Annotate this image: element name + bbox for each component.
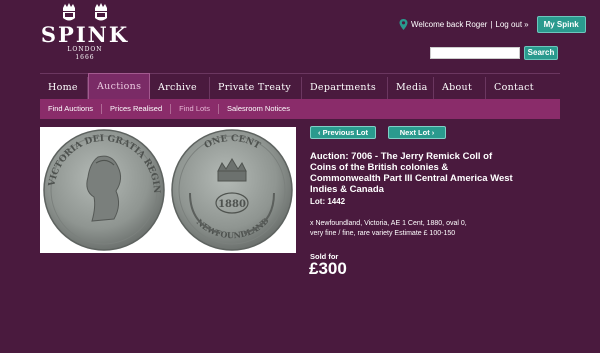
logout-arrow: »	[524, 20, 529, 29]
subnav-find-auctions[interactable]: Find Auctions	[40, 104, 103, 114]
brand-city: LONDON	[67, 46, 103, 53]
separator: |	[490, 20, 493, 29]
previous-lot-label: Previous Lot	[322, 128, 369, 137]
search-input[interactable]	[430, 47, 520, 59]
brand-year: 1666	[75, 54, 95, 61]
search-button[interactable]: Search	[524, 46, 558, 60]
logout-link[interactable]: Log out	[495, 20, 522, 29]
coin-year: 1880	[218, 199, 246, 210]
subnav-salesroom-notices[interactable]: Salesroom Notices	[219, 104, 298, 114]
lot-number: Lot: 1442	[310, 197, 346, 206]
nav-media[interactable]: Media	[388, 77, 434, 99]
lot-title: Auction: 7006 - The Jerry Remick Coll of…	[310, 151, 513, 195]
crests	[38, 2, 132, 24]
nav-archive[interactable]: Archive	[150, 77, 210, 99]
lot-description: x Newfoundland, Victoria, AE 1 Cent, 188…	[310, 220, 467, 237]
nav-departments[interactable]: Departments	[302, 77, 388, 99]
nav-contact[interactable]: Contact	[486, 77, 550, 99]
subnav-find-lots[interactable]: Find Lots	[171, 104, 219, 114]
account-bar: Welcome back Roger | Log out » My Spink	[399, 16, 586, 33]
spink-logo[interactable]: SPINK LONDON 1666	[38, 2, 132, 62]
next-lot-label: Next Lot	[399, 128, 430, 137]
crest-icon	[63, 3, 75, 21]
nav-home[interactable]: Home	[40, 77, 88, 99]
location-pin-icon	[399, 19, 408, 30]
chevron-right-icon: ›	[429, 128, 435, 137]
subnav-prices-realised[interactable]: Prices Realised	[102, 104, 172, 114]
brand-name: SPINK	[40, 22, 130, 47]
nav-auctions[interactable]: Auctions	[88, 73, 150, 99]
main-nav: Home Auctions Archive Private Treaty Dep…	[40, 73, 560, 99]
next-lot-button[interactable]: Next Lot ›	[388, 126, 446, 139]
sub-nav: Find Auctions Prices Realised Find Lots …	[40, 99, 560, 119]
my-spink-button[interactable]: My Spink	[536, 16, 586, 33]
sold-price: £300	[309, 259, 347, 278]
lot-image[interactable]: VICTORIA DEI GRATIA REGINA ONE CENT NEWF…	[36, 120, 296, 253]
nav-private-treaty[interactable]: Private Treaty	[210, 77, 302, 99]
crest-icon	[95, 3, 107, 21]
welcome-text: Welcome back Roger	[411, 20, 488, 29]
nav-about[interactable]: About	[434, 77, 486, 99]
previous-lot-button[interactable]: ‹ Previous Lot	[310, 126, 376, 139]
coin-image: VICTORIA DEI GRATIA REGINA ONE CENT NEWF…	[36, 120, 293, 251]
